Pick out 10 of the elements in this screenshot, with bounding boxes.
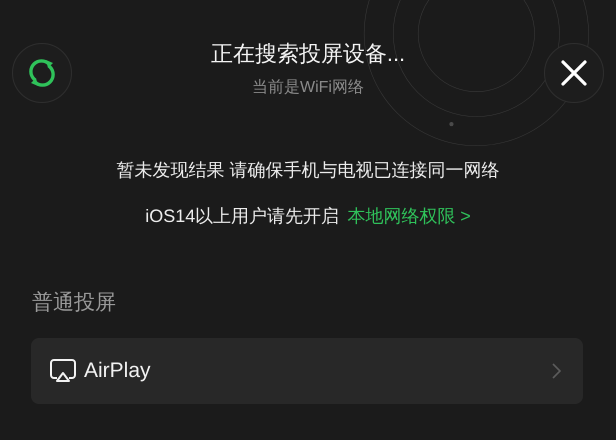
search-title: 正在搜索投屏设备... [210,40,406,68]
chevron-right-icon [552,363,561,379]
ios-notice: iOS14以上用户请先开启 [145,205,340,228]
no-results-message: 暂未发现结果 请确保手机与电视已连接同一网络 [116,160,500,180]
close-icon [561,60,587,86]
network-status: 当前是WiFi网络 [252,78,364,98]
airplay-item[interactable]: AirPlay [31,338,583,404]
section-title: 普通投屏 [32,290,116,316]
refresh-icon [26,57,58,89]
local-network-permission-link[interactable]: 本地网络权限 > [347,204,471,228]
